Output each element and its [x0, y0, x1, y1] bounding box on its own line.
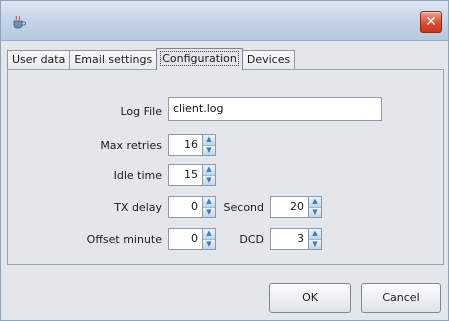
second-value[interactable]: 20 [270, 196, 308, 218]
tab-label: Configuration [160, 51, 239, 66]
tab-configuration[interactable]: Configuration [156, 48, 243, 70]
spin-up-icon[interactable]: ▲ [309, 197, 321, 207]
spin-up-icon[interactable]: ▲ [309, 229, 321, 239]
log-file-input[interactable]: client.log [168, 97, 382, 121]
tab-user-data[interactable]: User data [7, 50, 71, 70]
spin-down-icon[interactable]: ▼ [309, 238, 321, 249]
dialog-window: ✕ User data Email settings Configuration… [0, 0, 449, 321]
close-button[interactable]: ✕ [420, 11, 442, 33]
dcd-arrows[interactable]: ▲ ▼ [308, 228, 322, 250]
dcd-label: DCD [239, 233, 264, 246]
tx-delay-value[interactable]: 0 [168, 196, 202, 218]
offset-minute-spinner[interactable]: 0 ▲ ▼ [168, 228, 216, 250]
java-cup-icon [11, 15, 27, 29]
max-retries-arrows[interactable]: ▲ ▼ [202, 134, 216, 156]
spin-up-icon[interactable]: ▲ [203, 135, 215, 145]
tab-label: Devices [246, 53, 291, 66]
second-label: Second [223, 201, 264, 214]
idle-time-value[interactable]: 15 [168, 164, 202, 186]
idle-time-spinner[interactable]: 15 ▲ ▼ [168, 164, 216, 186]
tx-delay-spinner[interactable]: 0 ▲ ▼ [168, 196, 216, 218]
log-file-label: Log File [120, 105, 162, 118]
spin-up-icon[interactable]: ▲ [203, 165, 215, 175]
max-retries-value[interactable]: 16 [168, 134, 202, 156]
tx-delay-label: TX delay [114, 201, 162, 214]
spin-down-icon[interactable]: ▼ [309, 206, 321, 217]
dcd-spinner[interactable]: 3 ▲ ▼ [270, 228, 322, 250]
title-bar[interactable]: ✕ [1, 1, 448, 41]
max-retries-label: Max retries [100, 139, 162, 152]
cancel-button[interactable]: Cancel [361, 283, 441, 313]
tab-label: Email settings [74, 53, 153, 66]
ok-button[interactable]: OK [269, 283, 351, 313]
idle-time-arrows[interactable]: ▲ ▼ [202, 164, 216, 186]
dcd-value[interactable]: 3 [270, 228, 308, 250]
configuration-panel: Log File client.log Max retries 16 ▲ ▼ I… [7, 69, 444, 265]
tab-bar: User data Email settings Configuration D… [7, 48, 296, 70]
idle-time-label: Idle time [113, 169, 162, 182]
second-arrows[interactable]: ▲ ▼ [308, 196, 322, 218]
spin-down-icon[interactable]: ▼ [203, 144, 215, 155]
offset-minute-value[interactable]: 0 [168, 228, 202, 250]
tab-label: User data [12, 53, 66, 66]
tab-email-settings[interactable]: Email settings [69, 50, 158, 70]
close-icon: ✕ [425, 14, 437, 30]
spin-down-icon[interactable]: ▼ [203, 174, 215, 185]
tab-devices[interactable]: Devices [241, 50, 296, 70]
second-spinner[interactable]: 20 ▲ ▼ [270, 196, 322, 218]
max-retries-spinner[interactable]: 16 ▲ ▼ [168, 134, 216, 156]
offset-minute-label: Offset minute [86, 233, 162, 246]
